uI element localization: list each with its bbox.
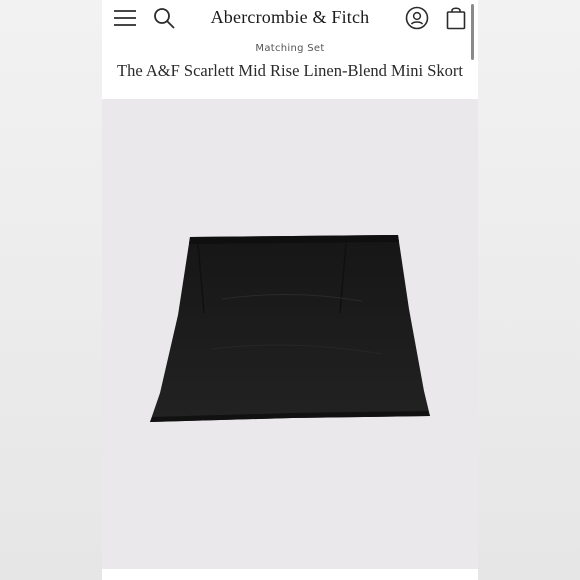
product-title: The A&F Scarlett Mid Rise Linen-Blend Mi… bbox=[116, 61, 464, 80]
top-navigation-bar: Abercrombie & Fitch bbox=[102, 0, 478, 60]
collection-label: Matching Set bbox=[255, 43, 325, 54]
screenshot-frame: Abercrombie & Fitch Matching Set The A&F… bbox=[0, 0, 580, 580]
product-page: Abercrombie & Fitch Matching Set The A&F… bbox=[102, 0, 478, 580]
thumbnail-strip bbox=[102, 569, 478, 580]
product-image[interactable] bbox=[102, 99, 478, 569]
account-icon[interactable] bbox=[404, 5, 430, 31]
shopping-bag-icon[interactable] bbox=[443, 5, 469, 31]
skirt-image bbox=[150, 235, 430, 422]
